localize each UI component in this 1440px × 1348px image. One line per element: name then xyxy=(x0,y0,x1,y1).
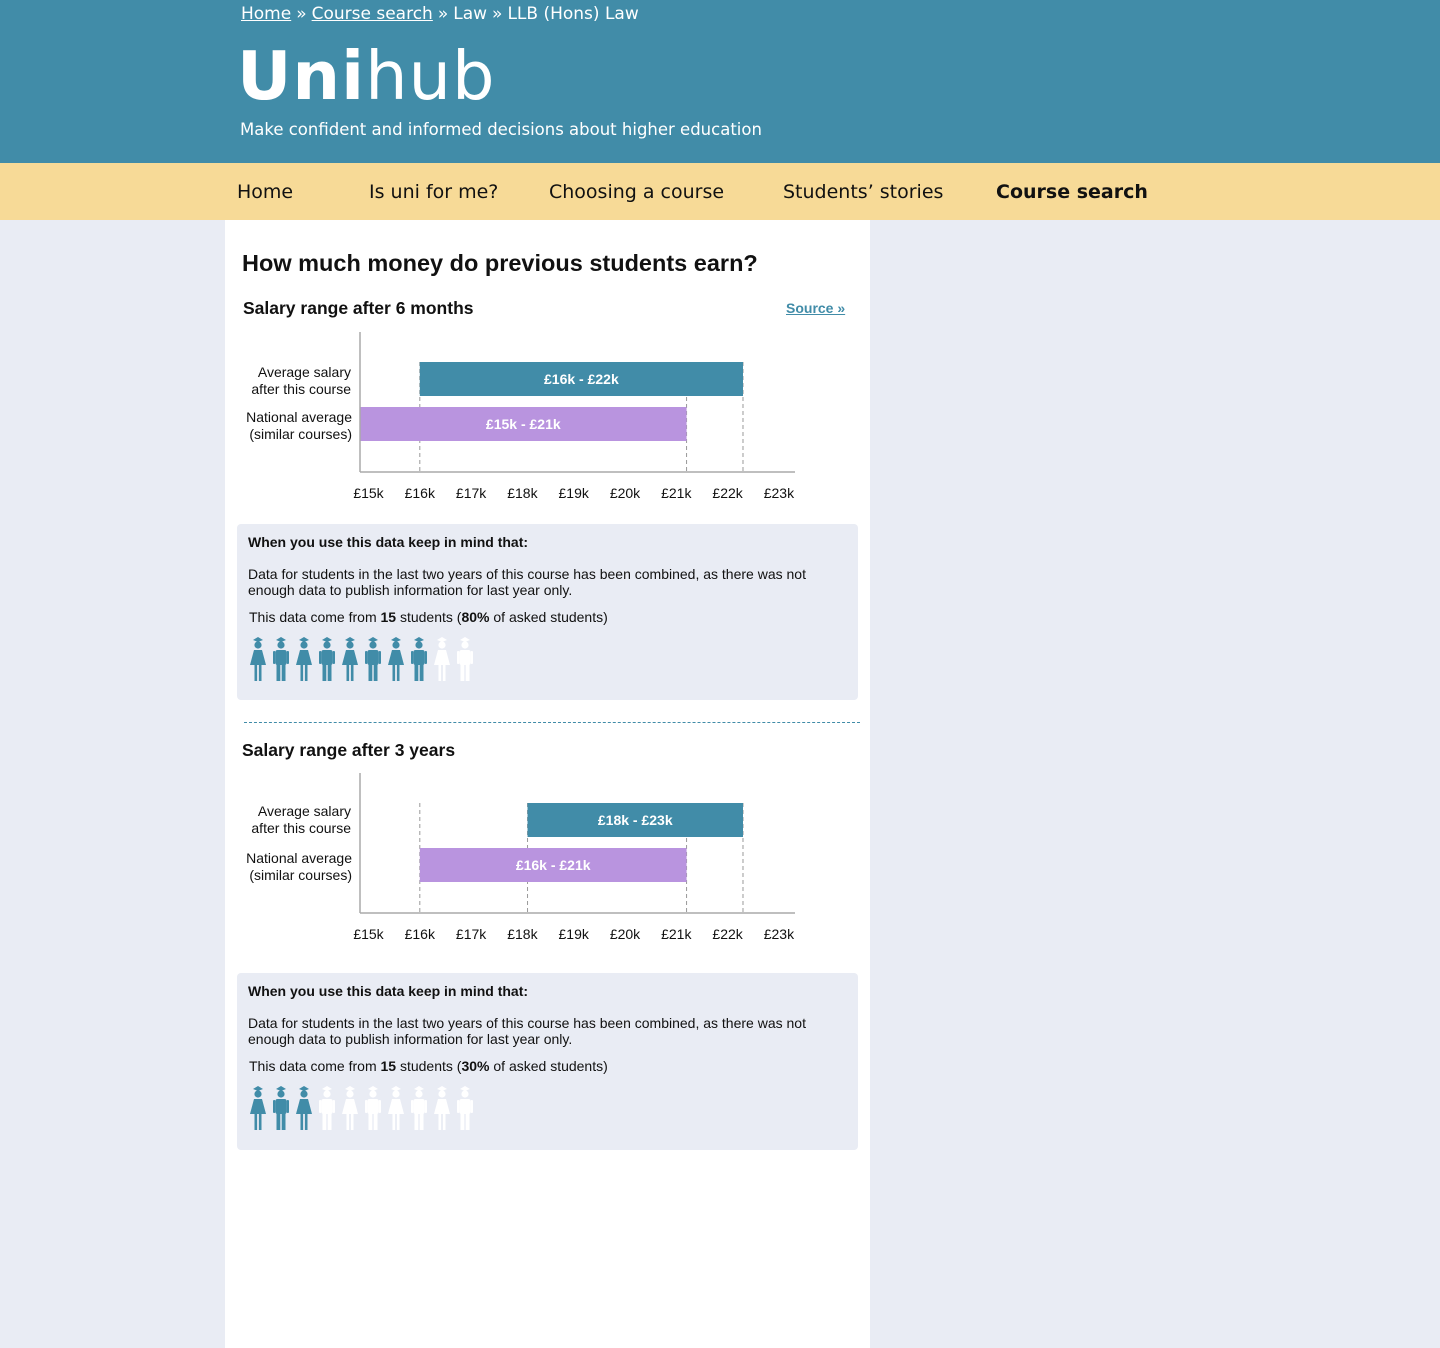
page-title: How much money do previous students earn… xyxy=(242,250,758,276)
x-tick-label: £16k xyxy=(405,485,436,501)
note-body: Data for students in the last two years … xyxy=(248,566,806,598)
student-non-respondent-icon xyxy=(342,1086,358,1130)
site-logo[interactable]: Unihub xyxy=(237,36,496,116)
count-mid: students ( xyxy=(396,1058,462,1074)
site-tagline: Make confident and informed decisions ab… xyxy=(240,120,762,139)
x-tick-label: £18k xyxy=(507,926,538,942)
response-percent: 30% xyxy=(461,1058,490,1074)
section-divider xyxy=(244,722,860,723)
student-respondent-icon xyxy=(342,637,358,681)
data-note-3-years: When you use this data keep in mind that… xyxy=(237,973,858,1150)
x-tick-label: £17k xyxy=(456,926,487,942)
student-respondent-icon xyxy=(296,637,312,681)
breadcrumb-home-link[interactable]: Home xyxy=(241,4,291,24)
count-suffix: of asked students) xyxy=(489,609,608,625)
student-non-respondent-icon xyxy=(365,1086,381,1130)
student-non-respondent-icon xyxy=(457,637,473,681)
section-title-3-years: Salary range after 3 years xyxy=(242,740,456,760)
x-tick-label: £19k xyxy=(559,485,590,501)
student-non-respondent-icon xyxy=(319,1086,335,1130)
student-respondent-icon xyxy=(250,1086,266,1130)
student-non-respondent-icon xyxy=(457,1086,473,1130)
data-note-6-months: When you use this data keep in mind that… xyxy=(237,524,858,700)
student-count: 15 xyxy=(380,1058,397,1074)
x-tick-label: £18k xyxy=(507,485,538,501)
count-prefix: This data come from xyxy=(249,609,381,625)
breadcrumb-law: Law xyxy=(453,4,488,24)
bar-range-label: £16k - £22k xyxy=(544,371,619,387)
section-title-6-months: Salary range after 6 months xyxy=(243,298,474,318)
count-suffix: of asked students) xyxy=(489,1058,608,1074)
chart-svg: £18k - £23k £16k - £21k £15k £16k £17k £18k £1… xyxy=(353,773,795,942)
x-tick-label: £17k xyxy=(456,485,487,501)
breadcrumb-separator: » xyxy=(437,4,449,24)
note-heading: When you use this data keep in mind that… xyxy=(248,983,529,999)
student-non-respondent-icon xyxy=(434,1086,450,1130)
x-tick-label: £20k xyxy=(610,926,641,942)
x-tick-label: £21k xyxy=(661,485,692,501)
chart-svg: £16k - £22k £15k - £21k £15k £16k £17k £18k £1… xyxy=(353,332,795,501)
main-nav: Home Is uni for me? Choosing a course St… xyxy=(0,163,1440,220)
salary-chart-6-months: Average salary after this course Nationa… xyxy=(225,330,870,520)
response-count: This data come from 15 students (30% of … xyxy=(249,1058,608,1074)
bar-range-label: £18k - £23k xyxy=(598,812,673,828)
response-percent: 80% xyxy=(461,609,490,625)
main-content: How much money do previous students earn… xyxy=(225,220,870,1348)
response-count: This data come from 15 students (80% of … xyxy=(249,609,608,625)
student-respondent-icon xyxy=(296,1086,312,1130)
student-respondent-icon xyxy=(250,637,266,681)
student-respondent-icon xyxy=(411,637,427,681)
logo-light: hub xyxy=(365,37,496,115)
logo-bold: Uni xyxy=(237,37,366,115)
breadcrumb-current-course: LLB (Hons) Law xyxy=(507,4,639,24)
student-respondent-icon xyxy=(273,637,289,681)
student-respondent-icon xyxy=(319,637,335,681)
count-mid: students ( xyxy=(396,609,462,625)
breadcrumb-separator: » xyxy=(296,4,307,24)
nav-item-is-uni-for-me[interactable]: Is uni for me? xyxy=(369,181,498,203)
nav-item-choosing-a-course[interactable]: Choosing a course xyxy=(549,181,724,203)
breadcrumb-course-search-link[interactable]: Course search xyxy=(312,4,433,24)
student-count: 15 xyxy=(380,609,397,625)
x-tick-label: £22k xyxy=(712,485,743,501)
site-header: Home» Course search» Law» LLB (Hons) Law Un… xyxy=(0,0,1440,163)
student-respondent-icon xyxy=(365,637,381,681)
note-heading: When you use this data keep in mind that… xyxy=(248,534,529,550)
x-tick-label: £19k xyxy=(559,926,590,942)
x-tick-label: £21k xyxy=(661,926,692,942)
breadcrumb: Home» Course search» Law» LLB (Hons) Law xyxy=(241,4,639,24)
count-prefix: This data come from xyxy=(249,1058,381,1074)
student-respondent-icon xyxy=(388,637,404,681)
x-tick-label: £23k xyxy=(764,485,795,501)
bar-range-label: £15k - £21k xyxy=(486,416,561,432)
student-non-respondent-icon xyxy=(411,1086,427,1130)
x-tick-label: £23k xyxy=(764,926,795,942)
bar-range-label: £16k - £21k xyxy=(516,857,591,873)
student-respondent-icon xyxy=(273,1086,289,1130)
student-non-respondent-icon xyxy=(434,637,450,681)
nav-item-course-search[interactable]: Course search xyxy=(996,181,1148,203)
source-link[interactable]: Source » xyxy=(786,300,845,316)
x-tick-label: £22k xyxy=(712,926,743,942)
x-tick-label: £15k xyxy=(353,926,384,942)
x-tick-label: £15k xyxy=(353,485,384,501)
nav-item-home[interactable]: Home xyxy=(237,181,293,203)
breadcrumb-separator: » xyxy=(492,4,503,24)
x-tick-label: £20k xyxy=(610,485,641,501)
note-body: Data for students in the last two years … xyxy=(248,1015,806,1047)
x-tick-label: £16k xyxy=(405,926,436,942)
nav-item-students-stories[interactable]: Students’ stories xyxy=(783,181,943,203)
salary-chart-3-years: Average salary after this course Nationa… xyxy=(225,771,870,961)
student-non-respondent-icon xyxy=(388,1086,404,1130)
